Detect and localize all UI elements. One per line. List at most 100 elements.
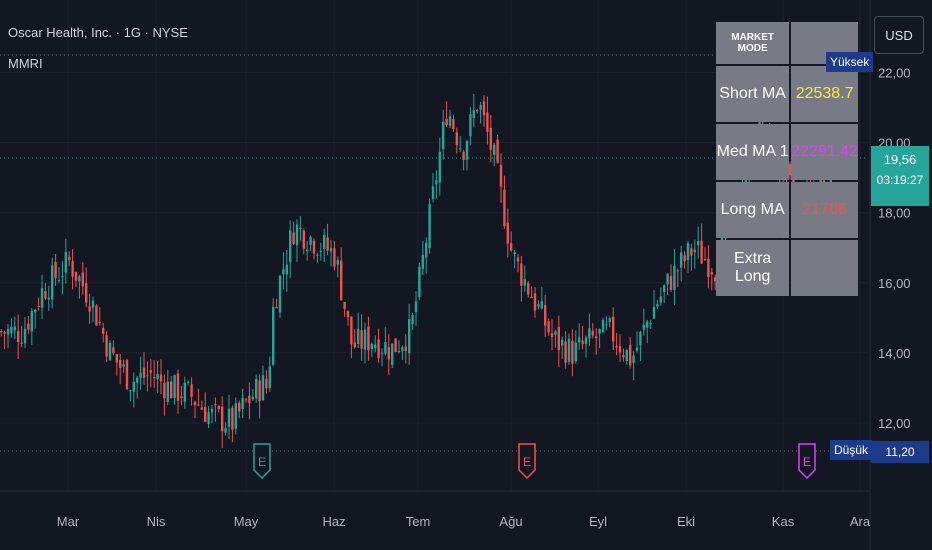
candle-body [489, 127, 492, 150]
candle-body [435, 180, 438, 185]
candle-body [567, 338, 571, 362]
candle-body [588, 328, 591, 339]
row-label-short-ma: Short MA [716, 66, 790, 122]
candle-body [221, 406, 224, 432]
candle-body [255, 378, 258, 399]
candle-body [108, 342, 112, 361]
candle-body [54, 261, 57, 279]
candle-body [697, 240, 700, 246]
candle-body [493, 144, 496, 155]
candle-body [241, 398, 244, 409]
candle-body [564, 341, 567, 363]
candle-body [629, 344, 632, 366]
low-price-tag: 11,20 [871, 441, 929, 463]
table-title: MARKET MODE [716, 22, 790, 64]
candle-body [455, 132, 458, 145]
candle-body [78, 276, 81, 282]
candle-body [326, 237, 329, 251]
candle-body [244, 399, 248, 401]
candle-body [370, 343, 373, 350]
candle-body [618, 346, 622, 353]
candle-body [459, 148, 462, 150]
candle-body [649, 322, 652, 324]
row-label-long-ma: Long MA [716, 182, 790, 238]
candle-body [51, 265, 54, 300]
candle-body [295, 224, 299, 246]
candle-body [71, 261, 74, 277]
candle-body [574, 342, 577, 362]
table-row: Extra Long [716, 240, 858, 296]
candle-body [261, 375, 265, 401]
candle-body [190, 384, 193, 397]
candle-body [666, 273, 669, 285]
candle-body [656, 304, 659, 307]
candle-body [350, 316, 353, 345]
candle-body [214, 404, 217, 406]
candle-body [234, 403, 237, 429]
candle-body [248, 395, 251, 404]
y-tick-label: 12,00 [878, 416, 911, 431]
candle-body [336, 260, 339, 265]
indicator-label[interactable]: MMRI [8, 56, 43, 71]
candle-body [37, 306, 40, 308]
candle-body [258, 380, 261, 402]
candle-body [537, 304, 540, 307]
candle-body [268, 366, 271, 389]
candle-body [183, 382, 186, 402]
candle-body [129, 390, 132, 392]
candle-body [125, 360, 129, 390]
candle-body [595, 336, 598, 339]
candle-body [554, 331, 557, 335]
candle-body [159, 374, 163, 382]
candle-body [605, 324, 608, 326]
x-tick-label: Ağu [499, 514, 522, 529]
candle-body [91, 300, 95, 308]
candle-body [431, 186, 435, 199]
candle-body [149, 370, 152, 373]
candle-body [496, 139, 499, 163]
candle-body [544, 305, 547, 326]
candle-body [608, 318, 611, 322]
candle-body [197, 404, 200, 406]
candle-body [163, 382, 166, 399]
candle-body [285, 264, 288, 275]
candle-body [486, 112, 489, 132]
candle-body [323, 234, 326, 250]
candle-body [88, 306, 91, 312]
row-label-extra-long: Extra Long [716, 240, 790, 296]
candle-body [119, 359, 122, 368]
candle-body [673, 265, 676, 290]
candle-body [357, 328, 360, 344]
candle-body [380, 352, 384, 354]
candle-body [132, 381, 135, 392]
candle-body [360, 330, 363, 349]
y-tick-label: 14,00 [878, 346, 911, 361]
candle-body [690, 248, 693, 256]
candle-body [669, 276, 673, 290]
row-value-med-ma: 22291.42 [791, 124, 858, 180]
y-tick-label: 16,00 [878, 276, 911, 291]
candle-body [6, 329, 10, 335]
symbol-title[interactable]: Oscar Health, Inc. · 1G · NYSE [8, 25, 188, 40]
candle-body [275, 306, 278, 309]
candle-body [74, 271, 78, 281]
candle-body [391, 343, 394, 365]
candle-body [176, 373, 180, 401]
candle-body [3, 332, 6, 334]
candle-body [30, 310, 33, 332]
candle-body [707, 258, 710, 278]
candle-body [207, 412, 210, 425]
candle-body [173, 375, 176, 398]
candle-body [425, 242, 428, 258]
current-price: 19,56 [883, 152, 917, 167]
currency-button[interactable]: USD [874, 16, 924, 54]
candle-body [98, 321, 101, 324]
x-tick-label: Mar [57, 514, 80, 529]
candle-body [289, 230, 292, 263]
candle-body [282, 269, 285, 275]
candle-body [615, 346, 618, 348]
candle-body [428, 203, 431, 249]
candle-body [193, 401, 197, 406]
candle-body [506, 222, 509, 244]
candle-body [686, 243, 690, 260]
